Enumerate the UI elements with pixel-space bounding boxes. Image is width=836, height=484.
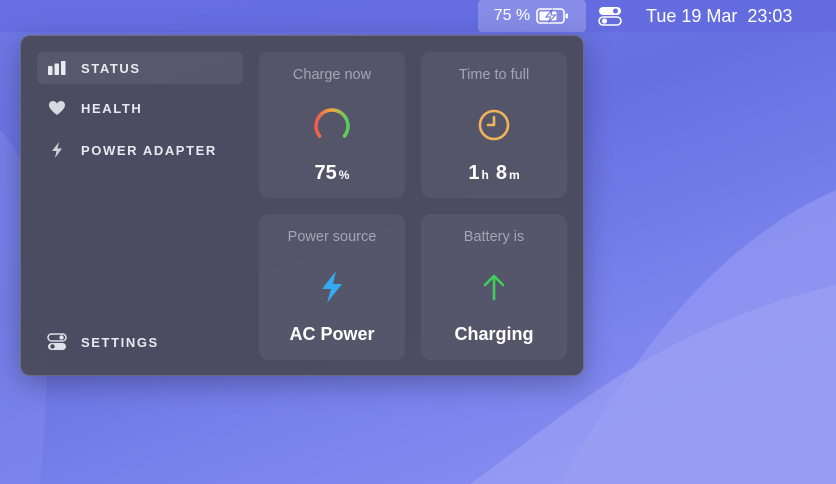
minutes-unit: m: [508, 168, 520, 182]
battery-state-value: Charging: [454, 324, 534, 344]
menu-clock[interactable]: Tue 19 Mar 23:03: [646, 0, 792, 32]
battery-menu-item[interactable]: 75 %: [478, 0, 586, 32]
bar-chart-icon: [47, 58, 67, 78]
sidebar-item-label: HEALTH: [81, 100, 143, 116]
clock-date: Tue 19 Mar: [646, 5, 738, 26]
battery-percent-text: 75 %: [493, 7, 531, 24]
sidebar-item-status[interactable]: STATUS: [37, 52, 243, 84]
heart-icon: [47, 98, 67, 118]
battery-state-card: Battery is Charging: [421, 214, 567, 360]
charge-value: 75%: [259, 162, 405, 185]
lightning-icon: [47, 140, 67, 160]
lightning-bolt-icon: [312, 267, 352, 307]
clock-icon: [474, 105, 514, 145]
charge-gauge-icon: [312, 105, 352, 145]
clock-time: 23:03: [747, 5, 793, 26]
battery-charging-icon: [536, 7, 570, 25]
card-title: Charge now: [292, 67, 372, 83]
card-title: Power source: [287, 229, 377, 245]
sidebar-item-health[interactable]: HEALTH: [37, 92, 243, 124]
hours-number: 1: [468, 162, 480, 184]
charge-now-card: Charge now 75%: [259, 52, 405, 198]
card-title: Time to full: [458, 67, 530, 83]
hours-unit: h: [481, 168, 489, 182]
sidebar-item-label: SETTINGS: [81, 334, 159, 350]
control-center-icon[interactable]: [598, 6, 622, 26]
time-to-full-card: Time to full 1h8m: [421, 52, 567, 198]
time-to-full-value: 1h8m: [421, 162, 567, 185]
sidebar-item-label: STATUS: [81, 60, 141, 76]
minutes-number: 8: [495, 162, 507, 184]
toggle-settings-icon: [47, 332, 67, 352]
arrow-up-icon: [474, 267, 514, 307]
sidebar-item-power-adapter[interactable]: POWER ADAPTER: [37, 134, 243, 166]
charge-unit: %: [338, 168, 350, 182]
power-source-value: AC Power: [289, 324, 375, 344]
sidebar-item-label: POWER ADAPTER: [81, 142, 217, 158]
sidebar-item-settings[interactable]: SETTINGS: [37, 326, 243, 358]
charge-number: 75: [314, 162, 337, 184]
card-title: Battery is: [463, 229, 525, 245]
battery-popover: STATUS HEALTH POWER ADAPTER SETTINGS Cha…: [20, 35, 584, 376]
menu-bar: 75 % Tue 19 Mar 23:03: [0, 0, 836, 32]
power-source-card: Power source AC Power: [259, 214, 405, 360]
